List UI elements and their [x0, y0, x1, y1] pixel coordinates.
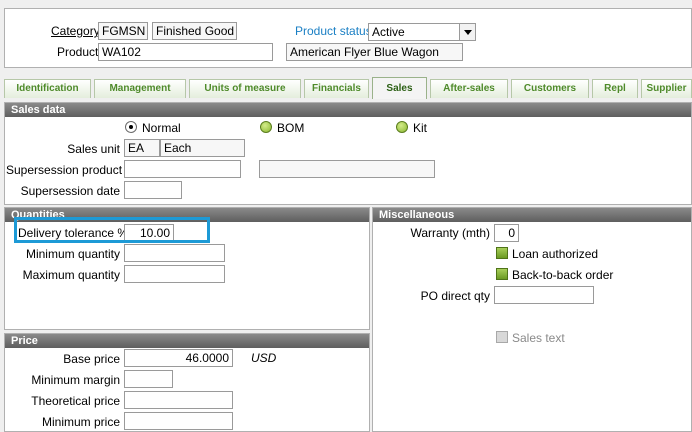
back-to-back-label: Back-to-back order [512, 268, 614, 282]
supersession-product-label: Supersession product [6, 163, 123, 177]
minimum-quantity-label: Minimum quantity [25, 247, 120, 261]
minimum-quantity-field[interactable] [124, 244, 225, 262]
sales-data-title: Sales data [5, 103, 691, 117]
maximum-quantity-label: Maximum quantity [22, 268, 120, 282]
maximum-quantity-field[interactable] [124, 265, 225, 283]
miscellaneous-section: Miscellaneous [372, 207, 692, 432]
minimum-price-label: Minimum price [41, 415, 120, 429]
minimum-margin-label: Minimum margin [31, 373, 120, 387]
price-title: Price [5, 334, 369, 348]
supersession-date-label: Supersession date [20, 184, 120, 198]
theoretical-price-field[interactable] [124, 391, 233, 409]
tab-sales[interactable]: Sales [372, 77, 427, 99]
radio-normal[interactable] [125, 121, 137, 133]
minimum-margin-field[interactable] [124, 370, 173, 388]
sales-unit-label: Sales unit [67, 142, 120, 156]
tab-bar: Identification Management Units of measu… [4, 77, 692, 99]
tab-repl[interactable]: Repl [592, 79, 638, 98]
delivery-tolerance-highlight [14, 217, 210, 243]
sales-text-label: Sales text [512, 331, 565, 345]
po-direct-qty-field[interactable] [494, 286, 594, 304]
radio-kit-label: Kit [413, 121, 428, 135]
theoretical-price-label: Theoretical price [31, 394, 120, 408]
radio-bom-label: BOM [277, 121, 305, 135]
supersession-product-name-field [259, 160, 435, 178]
tab-customers[interactable]: Customers [511, 79, 589, 98]
supersession-date-field[interactable] [124, 181, 182, 199]
currency-label: USD [251, 351, 277, 365]
radio-kit[interactable] [396, 121, 408, 133]
product-code-field[interactable]: WA102 [98, 43, 273, 61]
loan-authorized-label: Loan authorized [512, 247, 599, 261]
tab-management[interactable]: Management [94, 79, 186, 98]
category-code-field[interactable]: FGMSN [98, 22, 148, 40]
base-price-field[interactable]: 46.0000 [124, 349, 233, 367]
tab-units-of-measure[interactable]: Units of measure [189, 79, 301, 98]
tab-supplier[interactable]: Supplier [641, 79, 692, 98]
product-name-field: American Flyer Blue Wagon [286, 43, 463, 61]
minimum-price-field[interactable] [124, 412, 233, 430]
sales-text-checkbox [496, 331, 508, 343]
back-to-back-checkbox[interactable] [496, 268, 508, 280]
warranty-field[interactable]: 0 [494, 224, 519, 242]
miscellaneous-title: Miscellaneous [373, 208, 691, 222]
tab-after-sales[interactable]: After-sales [430, 79, 508, 98]
product-status-select[interactable]: Active [368, 23, 476, 41]
category-label[interactable]: Category [51, 24, 100, 38]
product-status-value: Active [372, 25, 405, 39]
warranty-label: Warranty (mth) [410, 226, 490, 240]
po-direct-qty-label: PO direct qty [420, 289, 490, 303]
loan-authorized-checkbox[interactable] [496, 247, 508, 259]
chevron-down-icon[interactable] [459, 24, 475, 40]
category-name-field: Finished Good [152, 22, 237, 40]
radio-normal-label: Normal [142, 121, 181, 135]
tab-identification[interactable]: Identification [4, 79, 91, 98]
sales-unit-code-field[interactable]: EA [124, 139, 160, 157]
sales-unit-name-field: Each [160, 139, 245, 157]
supersession-product-field[interactable] [124, 160, 241, 178]
base-price-label: Base price [63, 352, 120, 366]
product-label: Product [57, 45, 99, 59]
tab-financials[interactable]: Financials [304, 79, 369, 98]
radio-bom[interactable] [260, 121, 272, 133]
product-status-label: Product status [295, 24, 372, 38]
